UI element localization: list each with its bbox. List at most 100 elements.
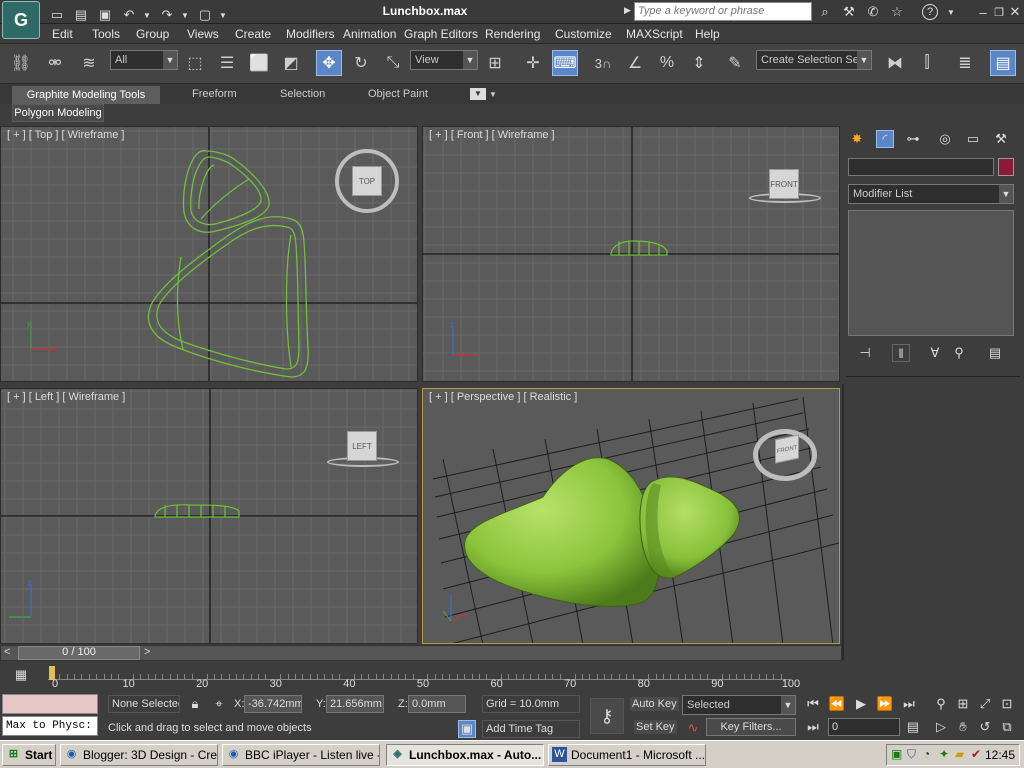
menu-views[interactable]: Views <box>187 27 219 41</box>
y-coordinate-field[interactable]: 21.656mm <box>326 695 384 713</box>
select-by-name-icon[interactable]: ☰ <box>214 50 240 76</box>
key-filters-button[interactable]: Key Filters... <box>706 718 796 736</box>
menu-maxscript[interactable]: MAXScript <box>626 27 683 41</box>
modifier-list-dropdown[interactable]: Modifier List ▼ <box>848 184 1014 204</box>
viewport-front[interactable]: z [ + ] [ Front ] [ Wireframe ] FRONT <box>422 126 840 382</box>
clock[interactable]: 12:45 <box>985 748 1015 762</box>
absolute-mode-icon[interactable]: ⌖ <box>210 695 228 713</box>
maxscript-input[interactable]: Max to Physc: <box>2 716 98 736</box>
set-key-mode-icon[interactable]: ⚷ <box>590 698 624 734</box>
zoom-all-icon[interactable]: ⊞ <box>954 695 972 713</box>
time-tag-icon[interactable]: ▣ <box>458 720 476 738</box>
key-mode-dropdown[interactable]: Selected ▼ <box>682 695 796 715</box>
save-icon[interactable]: ▣ <box>96 6 114 24</box>
menu-group[interactable]: Group <box>136 27 169 41</box>
menu-modifiers[interactable]: Modifiers <box>286 27 335 41</box>
display-tab-icon[interactable]: ▭ <box>964 130 982 148</box>
current-frame-field[interactable]: 0 <box>828 718 900 736</box>
menu-help[interactable]: Help <box>695 27 720 41</box>
undo-dropdown-icon[interactable]: ▼ <box>138 6 156 24</box>
menu-tools[interactable]: Tools <box>92 27 120 41</box>
add-time-tag[interactable]: Add Time Tag <box>482 720 580 738</box>
tab-object-paint[interactable]: Object Paint <box>368 88 428 100</box>
modifier-stack[interactable] <box>848 210 1014 336</box>
create-tab-icon[interactable]: ✸ <box>848 130 866 148</box>
viewcube-face[interactable]: TOP <box>352 166 382 196</box>
menu-graph-editors[interactable]: Graph Editors <box>404 27 478 41</box>
keyboard-shortcut-override-icon[interactable]: ⌨ <box>552 50 578 76</box>
menu-rendering[interactable]: Rendering <box>485 27 540 41</box>
make-unique-icon[interactable]: ∀ <box>926 344 944 362</box>
viewport-label-left[interactable]: [ + ] [ Left ] [ Wireframe ] <box>7 391 125 403</box>
maximize-viewport-icon[interactable]: ⧉ <box>998 718 1016 736</box>
bluetooth-icon[interactable]: ✦ <box>939 747 949 761</box>
key-curve-icon[interactable]: ∿ <box>684 719 702 737</box>
subscription-icon[interactable]: ⚒ <box>840 3 858 21</box>
qat-dropdown-icon[interactable]: ▼ <box>214 6 232 24</box>
speaker-icon[interactable]: ◔ <box>923 747 930 761</box>
next-frame-icon[interactable]: ⏩ <box>876 695 894 713</box>
select-and-rotate-icon[interactable]: ↻ <box>348 50 374 76</box>
object-name-field[interactable] <box>848 158 994 176</box>
communication-center-icon[interactable]: ✆ <box>864 3 882 21</box>
taskbar-item-word[interactable]: W Document1 - Microsoft ... <box>548 744 706 766</box>
close-icon[interactable]: ✕ <box>1006 3 1024 21</box>
snaps-toggle-icon[interactable]: 3 ∩ <box>590 50 616 76</box>
motion-tab-icon[interactable]: ◎ <box>936 130 954 148</box>
window-crossing-icon[interactable]: ◩ <box>278 50 304 76</box>
key-mode-toggle-icon[interactable]: ⏭ <box>804 718 822 736</box>
menu-create[interactable]: Create <box>235 27 271 41</box>
field-of-view-icon[interactable]: ▷ <box>932 718 950 736</box>
viewcube-perspective[interactable]: FRONT <box>775 434 799 464</box>
pin-stack-icon[interactable]: ⊣ <box>856 344 874 362</box>
unlink-icon[interactable]: ⚮ <box>42 50 68 76</box>
time-slider-prev-icon[interactable]: < <box>4 646 10 658</box>
redo-icon[interactable]: ↷ <box>158 6 176 24</box>
layer-manager-icon[interactable]: ≣ <box>952 50 978 76</box>
ribbon-options-dropdown-icon[interactable]: ▼ <box>489 90 497 99</box>
viewport-label-perspective[interactable]: [ + ] [ Perspective ] [ Realistic ] <box>429 391 577 403</box>
modify-tab-icon[interactable]: ◜ <box>876 130 894 148</box>
bind-space-warp-icon[interactable]: ≋ <box>76 50 102 76</box>
object-color-swatch[interactable] <box>998 158 1014 176</box>
named-selection-sets-dropdown[interactable]: Create Selection Se ▼ <box>756 50 872 70</box>
viewport-label-top[interactable]: [ + ] [ Top ] [ Wireframe ] <box>7 129 124 141</box>
align-icon[interactable]: ⫿ <box>914 50 940 76</box>
track-bar[interactable]: ▦ 0 10 20 30 40 50 60 70 80 90 100 <box>0 662 842 692</box>
favorites-star-icon[interactable]: ☆ <box>888 3 906 21</box>
zoom-icon[interactable]: ⚲ <box>932 695 950 713</box>
viewcube-left[interactable]: LEFT <box>347 431 377 461</box>
selection-filter-dropdown[interactable]: All ▼ <box>110 50 178 70</box>
mini-curve-editor-icon[interactable]: ▦ <box>12 666 30 684</box>
menu-customize[interactable]: Customize <box>555 27 612 41</box>
graphite-toggle-icon[interactable]: ▤ <box>990 50 1016 76</box>
panel-polygon-modeling[interactable]: Polygon Modeling <box>12 104 104 122</box>
edit-named-selection-icon[interactable]: ✎ <box>722 50 748 76</box>
select-manipulate-icon[interactable]: ✛ <box>520 50 546 76</box>
z-coordinate-field[interactable]: 0.0mm <box>408 695 466 713</box>
time-slider-next-icon[interactable]: > <box>144 646 150 658</box>
orbit-icon[interactable]: ↺ <box>976 718 994 736</box>
percent-snap-icon[interactable]: % <box>654 50 680 76</box>
start-button[interactable]: ⊞ Start <box>2 744 56 766</box>
show-end-result-icon[interactable]: ‖ <box>892 344 910 362</box>
zoom-extents-icon[interactable]: ⤢ <box>976 695 994 713</box>
redo-dropdown-icon[interactable]: ▼ <box>176 6 194 24</box>
menu-animation[interactable]: Animation <box>343 27 396 41</box>
undo-icon[interactable]: ↶ <box>120 6 138 24</box>
checkmark-icon[interactable]: ✔ <box>971 747 981 761</box>
utilities-tab-icon[interactable]: ⚒ <box>992 130 1010 148</box>
hierarchy-tab-icon[interactable]: ⊶ <box>904 130 922 148</box>
previous-frame-icon[interactable]: ⏪ <box>828 695 846 713</box>
time-slider[interactable]: < 0 / 100 > <box>0 645 842 661</box>
taskbar-item-3dsmax[interactable]: ◈ Lunchbox.max - Auto... <box>386 744 544 766</box>
folder-icon[interactable]: ▰ <box>955 747 964 761</box>
menu-edit[interactable]: Edit <box>52 27 73 41</box>
selection-lock-icon[interactable]: 🔒︎ <box>186 695 204 713</box>
tab-selection[interactable]: Selection <box>280 88 325 100</box>
binoculars-icon[interactable]: ⌕ <box>816 3 834 21</box>
taskbar-item-bbc-iplayer[interactable]: ◉ BBC iPlayer - Listen live -... <box>222 744 380 766</box>
new-file-icon[interactable]: ▭ <box>48 6 66 24</box>
taskbar-item-blogger[interactable]: ◉ Blogger: 3D Design - Cre... <box>60 744 218 766</box>
set-key-button[interactable]: Set Key <box>634 720 677 734</box>
